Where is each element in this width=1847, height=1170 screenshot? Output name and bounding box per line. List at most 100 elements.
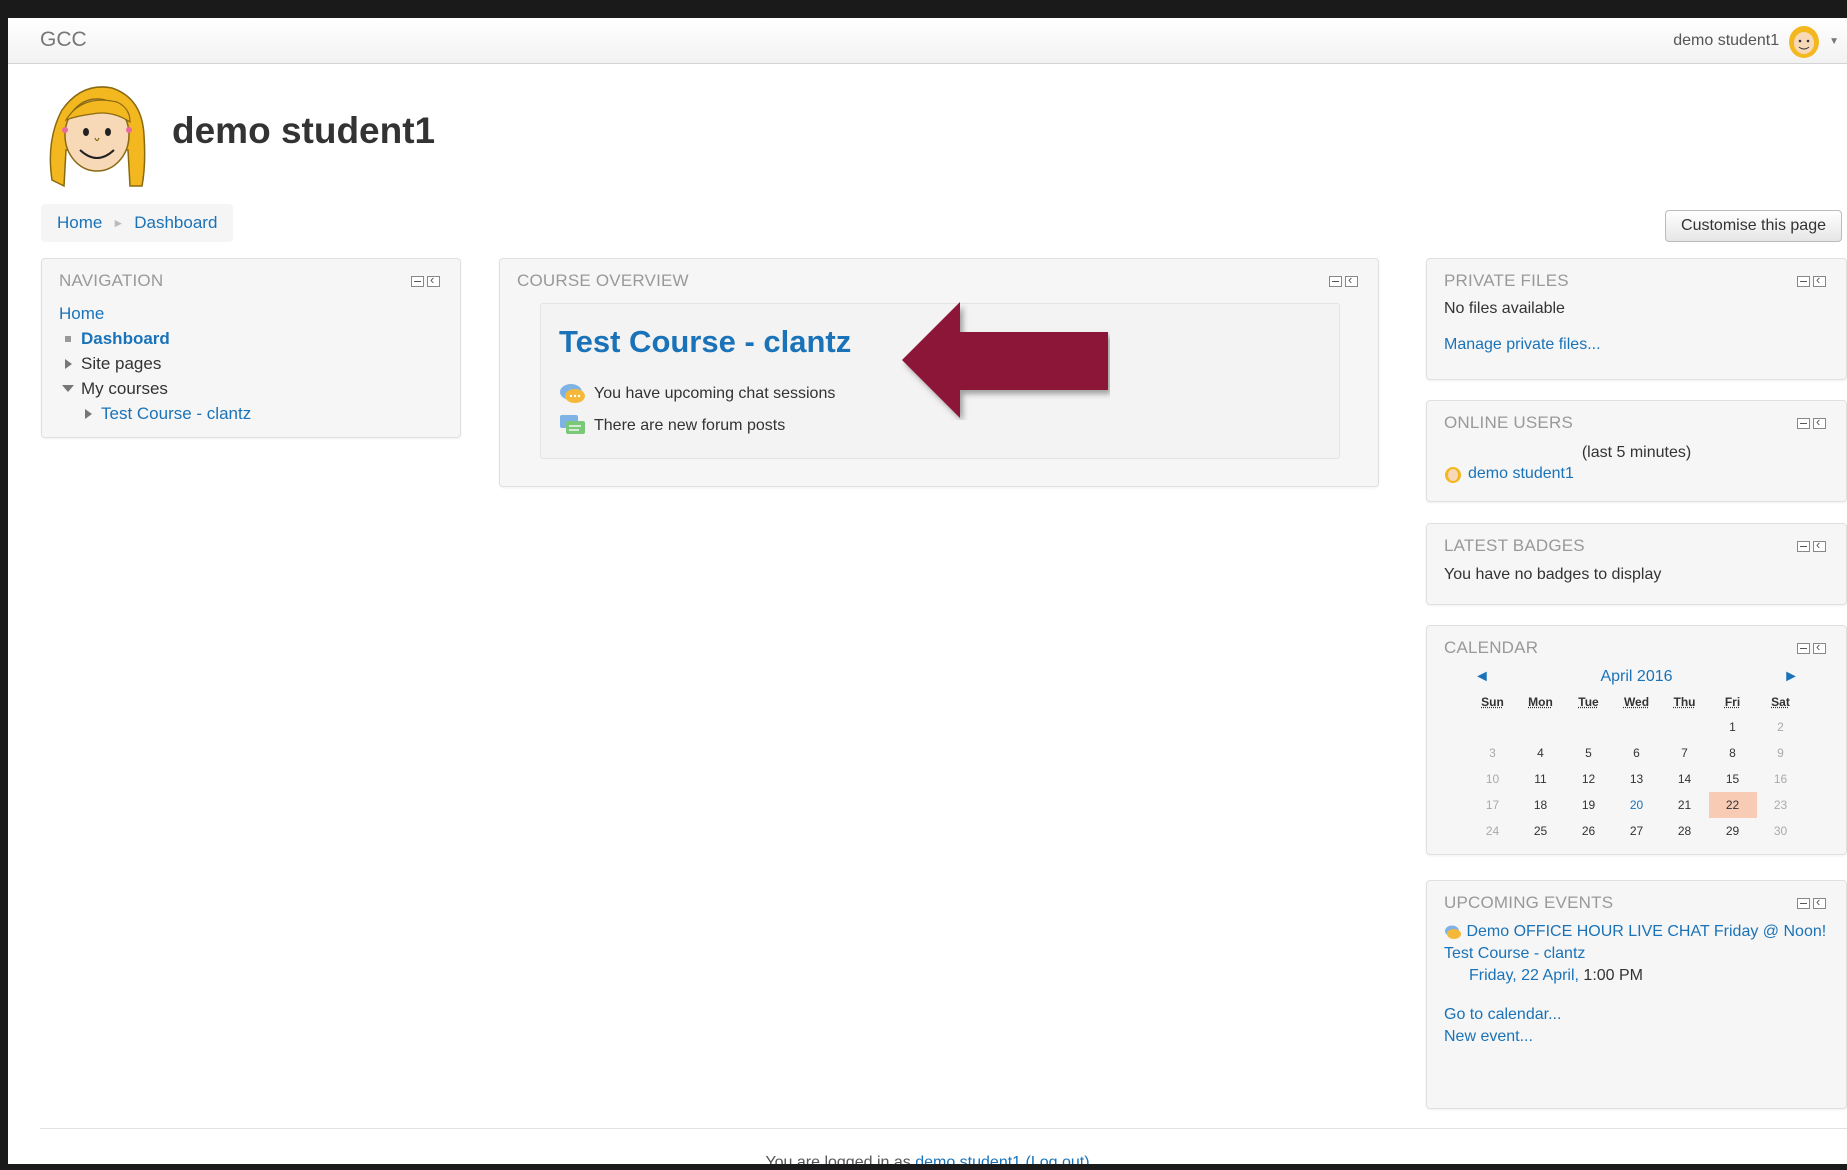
- chat-notice-text: You have upcoming chat sessions: [594, 385, 836, 402]
- calendar-day[interactable]: 7: [1661, 740, 1709, 766]
- expand-icon[interactable]: [65, 359, 72, 370]
- online-users-block: ONLINE USERS (last 5 minutes) demo stude…: [1426, 400, 1847, 502]
- user-avatar-icon: [1445, 467, 1461, 483]
- collapse-icon[interactable]: [1797, 898, 1810, 909]
- dock-icon[interactable]: [1345, 272, 1358, 287]
- site-brand[interactable]: GCC: [40, 28, 87, 52]
- nav-my-courses-label[interactable]: My courses: [81, 379, 168, 398]
- collapse-icon[interactable]: [1797, 276, 1810, 287]
- calendar-day[interactable]: 25: [1517, 818, 1565, 844]
- online-user-link[interactable]: demo student1: [1468, 465, 1574, 483]
- calendar-day[interactable]: 20: [1613, 792, 1661, 818]
- collapse-icon[interactable]: [411, 276, 424, 287]
- expand-icon[interactable]: [85, 409, 92, 420]
- nav-dashboard-label[interactable]: Dashboard: [81, 329, 170, 348]
- logout-link[interactable]: (Log out): [1026, 1154, 1090, 1164]
- calendar-day[interactable]: 12: [1565, 766, 1613, 792]
- calendar-day[interactable]: 22: [1708, 792, 1757, 818]
- calendar-title: CALENDAR: [1444, 638, 1539, 657]
- calendar-day[interactable]: 14: [1661, 766, 1709, 792]
- event-name-link[interactable]: Demo OFFICE HOUR LIVE CHAT Friday @ Noon…: [1466, 923, 1826, 940]
- calendar-day[interactable]: 21: [1661, 792, 1709, 818]
- dock-icon[interactable]: [1813, 272, 1826, 287]
- new-event-link[interactable]: New event...: [1444, 1026, 1829, 1048]
- upcoming-events-block: UPCOMING EVENTS Demo OFFICE HOUR LIVE CH…: [1426, 880, 1847, 1109]
- calendar-day[interactable]: 3: [1469, 740, 1517, 766]
- breadcrumb-home[interactable]: Home: [57, 213, 102, 233]
- calendar-week: 10 11 12 13 14 15 16: [1469, 766, 1805, 792]
- event-item[interactable]: Demo OFFICE HOUR LIVE CHAT Friday @ Noon…: [1444, 921, 1829, 943]
- breadcrumb-dashboard[interactable]: Dashboard: [134, 213, 217, 233]
- dock-icon[interactable]: [1813, 894, 1826, 909]
- calendar-day: [1661, 714, 1709, 740]
- nav-item-dashboard[interactable]: Dashboard: [59, 326, 443, 351]
- calendar-day[interactable]: 11: [1517, 766, 1565, 792]
- event-course-link[interactable]: Test Course - clantz: [1444, 943, 1829, 965]
- course-title-link[interactable]: Test Course - clantz: [559, 324, 851, 360]
- online-user-row[interactable]: demo student1: [1444, 465, 1829, 483]
- calendar-day[interactable]: 13: [1613, 766, 1661, 792]
- dock-icon[interactable]: [1813, 414, 1826, 429]
- collapse-icon[interactable]: [1797, 418, 1810, 429]
- calendar-day[interactable]: 9: [1757, 740, 1805, 766]
- collapse-tree-icon[interactable]: [62, 385, 74, 393]
- calendar-day: [1517, 714, 1565, 740]
- block-controls: [411, 272, 440, 287]
- calendar-day[interactable]: 6: [1613, 740, 1661, 766]
- next-month-icon[interactable]: ►: [1783, 668, 1799, 686]
- go-to-calendar-link[interactable]: Go to calendar...: [1444, 1004, 1829, 1026]
- block-controls: [1797, 272, 1826, 287]
- nav-item-home[interactable]: Home: [59, 301, 443, 326]
- calendar-day[interactable]: 16: [1757, 766, 1805, 792]
- footer-user-link[interactable]: demo student1: [915, 1154, 1021, 1164]
- collapse-icon[interactable]: [1797, 643, 1810, 654]
- collapse-icon[interactable]: [1329, 276, 1342, 287]
- manage-private-files-link[interactable]: Manage private files...: [1444, 336, 1829, 354]
- dock-icon[interactable]: [1813, 639, 1826, 654]
- top-navbar: GCC demo student1 ▼: [8, 18, 1847, 64]
- calendar-day[interactable]: 19: [1565, 792, 1613, 818]
- calendar-day[interactable]: 30: [1757, 818, 1805, 844]
- dock-icon[interactable]: [1813, 537, 1826, 552]
- user-menu-name[interactable]: demo student1: [1673, 32, 1779, 50]
- collapse-icon[interactable]: [1797, 541, 1810, 552]
- calendar-day[interactable]: 18: [1517, 792, 1565, 818]
- navigation-tree: Home Dashboard Site pages My courses Tes…: [59, 301, 443, 426]
- nav-home-label[interactable]: Home: [59, 304, 104, 323]
- block-controls: [1797, 639, 1826, 654]
- event-date-link[interactable]: Friday, 22 April,: [1469, 967, 1579, 984]
- nav-item-my-courses[interactable]: My courses: [59, 376, 443, 401]
- calendar-day[interactable]: 23: [1757, 792, 1805, 818]
- calendar-day[interactable]: 29: [1709, 818, 1757, 844]
- calendar-day[interactable]: 2: [1757, 714, 1805, 740]
- nav-course-label[interactable]: Test Course - clantz: [101, 404, 251, 423]
- calendar-day[interactable]: 4: [1517, 740, 1565, 766]
- calendar-day[interactable]: 24: [1469, 818, 1517, 844]
- calendar-day[interactable]: 5: [1565, 740, 1613, 766]
- calendar-day[interactable]: 1: [1709, 714, 1757, 740]
- private-files-block: PRIVATE FILES No files available Manage …: [1426, 258, 1847, 380]
- chevron-down-icon[interactable]: ▼: [1829, 36, 1839, 47]
- calendar-day[interactable]: 26: [1565, 818, 1613, 844]
- calendar-day[interactable]: 8: [1709, 740, 1757, 766]
- latest-badges-title: LATEST BADGES: [1444, 536, 1585, 555]
- calendar-day[interactable]: 10: [1469, 766, 1517, 792]
- prev-month-icon[interactable]: ◄: [1474, 668, 1490, 686]
- calendar-day[interactable]: 17: [1469, 792, 1517, 818]
- chat-icon: [560, 384, 585, 403]
- user-menu[interactable]: demo student1 ▼: [1673, 22, 1839, 60]
- dock-icon[interactable]: [427, 272, 440, 287]
- block-controls: [1797, 537, 1826, 552]
- calendar-day[interactable]: 27: [1613, 818, 1661, 844]
- nav-item-site-pages[interactable]: Site pages: [59, 351, 443, 376]
- nav-site-pages-label[interactable]: Site pages: [81, 354, 161, 373]
- calendar-day: [1613, 714, 1661, 740]
- calendar-month-link[interactable]: April 2016: [1600, 668, 1672, 686]
- user-avatar-icon[interactable]: [1787, 23, 1821, 59]
- customise-page-button[interactable]: Customise this page: [1665, 210, 1842, 242]
- calendar-day[interactable]: 15: [1709, 766, 1757, 792]
- calendar-day[interactable]: 28: [1661, 818, 1709, 844]
- course-overview-title: COURSE OVERVIEW: [517, 271, 689, 290]
- nav-item-course[interactable]: Test Course - clantz: [59, 401, 443, 426]
- calendar-day: [1565, 714, 1613, 740]
